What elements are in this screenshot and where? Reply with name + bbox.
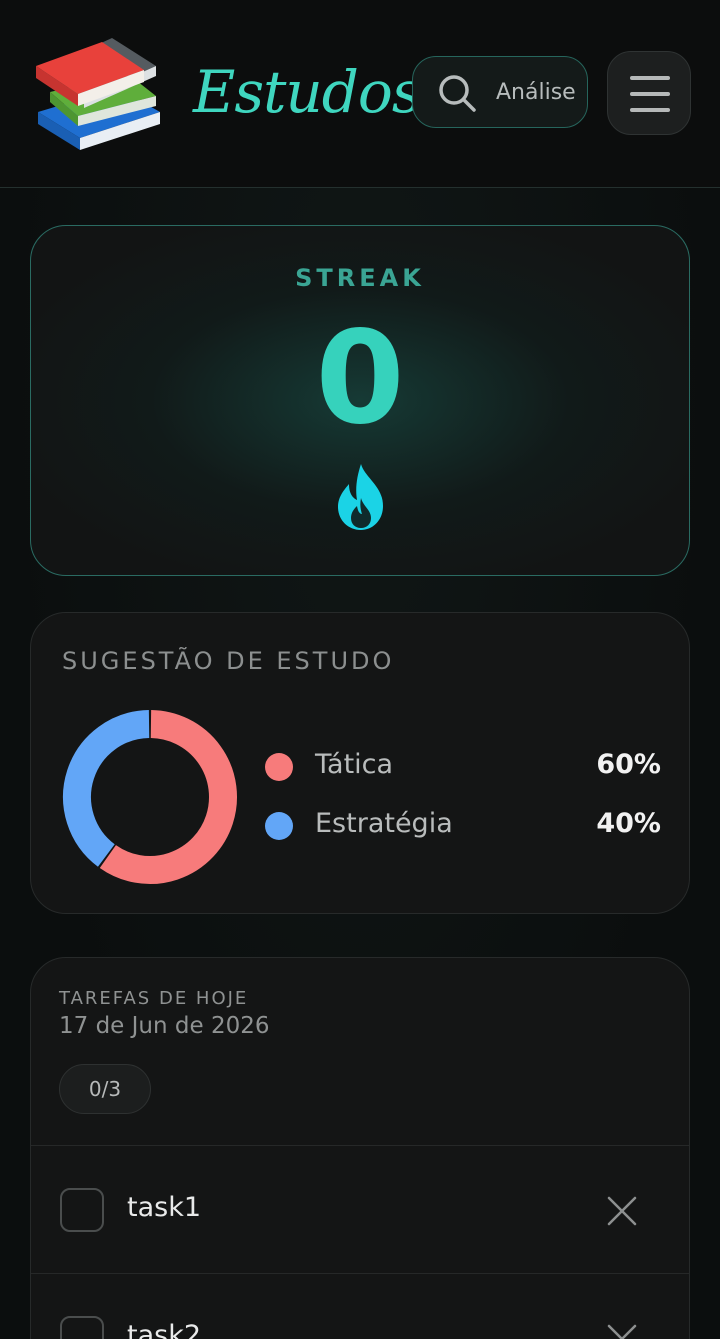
analysis-label: Análise	[496, 80, 576, 105]
legend-name: Estratégia	[315, 808, 453, 839]
legend-percent: 60%	[596, 749, 661, 780]
tasks-date: 17 de Jun de 2026	[59, 1013, 270, 1039]
close-icon[interactable]	[607, 1324, 637, 1339]
app-brand: Estudos	[193, 58, 422, 126]
task-row: task2	[31, 1273, 689, 1339]
donut-slice-0	[99, 710, 237, 884]
legend-item-estrategia: Estratégia 40%	[265, 806, 661, 846]
legend-name: Tática	[315, 749, 394, 780]
menu-button[interactable]	[607, 51, 691, 135]
search-icon	[439, 75, 476, 112]
task-checkbox[interactable]	[60, 1188, 104, 1232]
task-label: task2	[127, 1320, 202, 1339]
app-header: Estudos Análise	[0, 0, 720, 188]
legend-item-tatica: Tática 60%	[265, 747, 661, 787]
tasks-count-badge: 0/3	[59, 1064, 151, 1114]
streak-label: STREAK	[295, 264, 425, 292]
task-row: task1	[31, 1145, 689, 1273]
analysis-search-button[interactable]: Análise	[412, 56, 588, 128]
close-icon[interactable]	[607, 1196, 637, 1226]
streak-value: 0	[315, 304, 405, 453]
legend-dot	[265, 753, 293, 781]
flame-icon	[338, 464, 383, 530]
suggestion-donut-chart	[63, 710, 237, 884]
streak-card: STREAK 0	[30, 225, 690, 576]
legend-dot	[265, 812, 293, 840]
books-icon	[36, 38, 160, 150]
hamburger-menu-icon	[630, 76, 670, 112]
tasks-title: TAREFAS DE HOJE	[59, 988, 249, 1009]
today-tasks-card: TAREFAS DE HOJE 17 de Jun de 2026 0/3 ta…	[30, 957, 690, 1339]
task-checkbox[interactable]	[60, 1316, 104, 1339]
legend-percent: 40%	[596, 808, 661, 839]
donut-slice-1	[63, 710, 150, 867]
suggestion-title: SUGESTÃO DE ESTUDO	[62, 647, 395, 675]
task-label: task1	[127, 1192, 202, 1223]
study-suggestion-card: SUGESTÃO DE ESTUDO Tática 60% Estratégia…	[30, 612, 690, 914]
